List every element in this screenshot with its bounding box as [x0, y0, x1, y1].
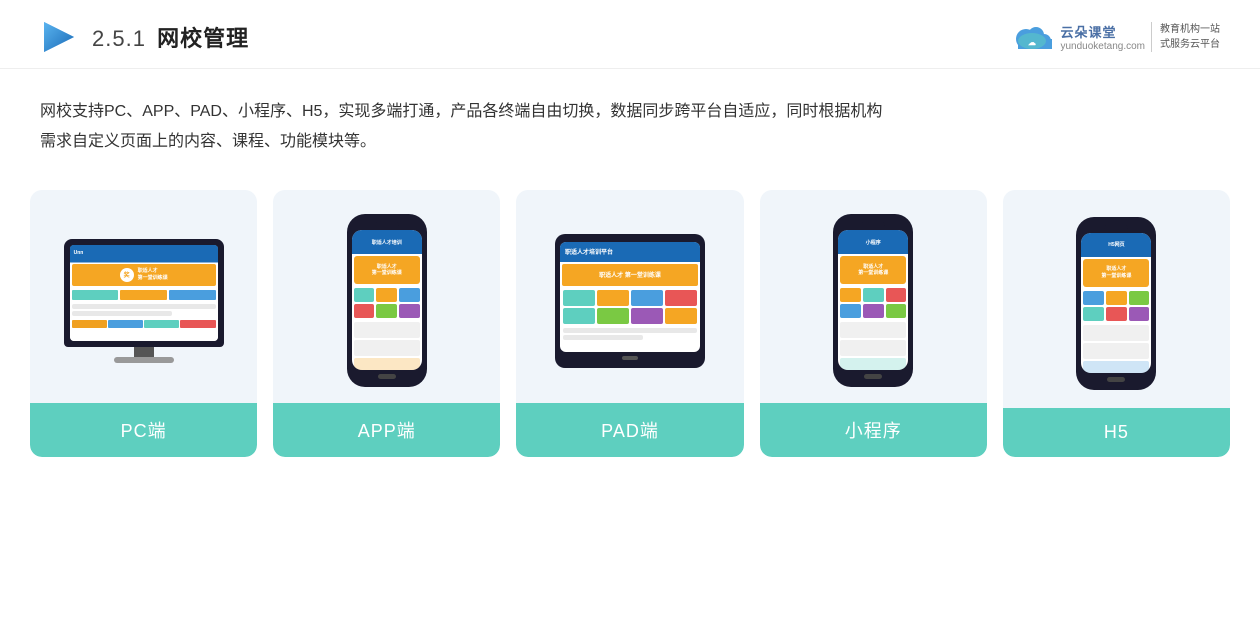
h5-screen-header: H5网页 — [1081, 233, 1151, 257]
pad-home-btn — [622, 356, 638, 360]
h5-image-area: H5网页 职适人才第一堂训练课 — [1003, 190, 1230, 408]
svg-text:☁: ☁ — [1028, 38, 1036, 47]
pc-screen: Unn 奖 职适人才 第一堂训练课 — [70, 245, 218, 341]
logo-icon — [40, 18, 78, 56]
app-screen-header: 职适人才培训 — [352, 230, 422, 254]
pc-stand — [134, 347, 154, 357]
pc-screen-content: Unn 奖 职适人才 第一堂训练课 — [70, 245, 218, 341]
page-container: 2.5.1 网校管理 ☁ 云朵课堂 yunduoketang.com — [0, 0, 1260, 630]
mini-home-btn — [864, 374, 882, 379]
h5-phone-notch — [1104, 225, 1128, 230]
device-card-mini: 小程序 职适人才第一堂训练课 — [760, 190, 987, 457]
h5-phone-screen: H5网页 职适人才第一堂训练课 — [1081, 233, 1151, 373]
description: 网校支持PC、APP、PAD、小程序、H5，实现多端打通，产品各终端自由切换，数… — [0, 69, 1260, 166]
header: 2.5.1 网校管理 ☁ 云朵课堂 yunduoketang.com — [0, 0, 1260, 69]
mini-screen-grid — [838, 286, 908, 320]
app-screen-cards — [352, 320, 422, 370]
mini-screen-header: 小程序 — [838, 230, 908, 254]
brand-cloud-icon: ☁ — [1010, 19, 1054, 55]
mini-phone-notch — [861, 222, 885, 227]
header-right: ☁ 云朵课堂 yunduoketang.com 教育机构一站 式服务云平台 — [1010, 19, 1220, 55]
h5-label: H5 — [1003, 408, 1230, 457]
description-line2: 需求自定义页面上的内容、课程、功能模块等。 — [40, 127, 1220, 157]
pad-screen-grid — [560, 288, 700, 326]
pc-label: PC端 — [30, 403, 257, 457]
h5-phone-body: H5网页 职适人才第一堂训练课 — [1076, 217, 1156, 390]
mini-image-area: 小程序 职适人才第一堂训练课 — [760, 190, 987, 403]
app-image-area: 职适人才培训 职适人才第一堂训练课 — [273, 190, 500, 403]
mini-phone-screen: 小程序 职适人才第一堂训练课 — [838, 230, 908, 370]
page-title: 2.5.1 网校管理 — [92, 21, 249, 53]
app-screen-grid — [352, 286, 422, 320]
pc-mockup: Unn 奖 职适人才 第一堂训练课 — [64, 239, 224, 363]
pc-base — [114, 357, 174, 363]
pad-mockup: 职适人才培训平台 职适人才 第一堂训练课 — [555, 234, 705, 368]
pad-screen-header: 职适人才培训平台 — [560, 242, 700, 262]
app-screen-banner: 职适人才第一堂训练课 — [354, 256, 420, 284]
app-phone-notch — [375, 222, 399, 227]
brand-slogan: 教育机构一站 式服务云平台 — [1151, 22, 1220, 52]
pad-body: 职适人才培训平台 职适人才 第一堂训练课 — [555, 234, 705, 368]
mini-mockup: 小程序 职适人才第一堂训练课 — [833, 214, 913, 387]
pc-monitor: Unn 奖 职适人才 第一堂训练课 — [64, 239, 224, 347]
h5-screen-cards — [1081, 323, 1151, 373]
mini-screen-banner: 职适人才第一堂训练课 — [840, 256, 906, 284]
app-phone-screen: 职适人才培训 职适人才第一堂训练课 — [352, 230, 422, 370]
mini-screen-cards — [838, 320, 908, 370]
pad-image-area: 职适人才培训平台 职适人才 第一堂训练课 — [516, 190, 743, 403]
mini-phone-body: 小程序 职适人才第一堂训练课 — [833, 214, 913, 387]
app-label: APP端 — [273, 403, 500, 457]
h5-phone-mockup: H5网页 职适人才第一堂训练课 — [1076, 217, 1156, 390]
device-card-pad: 职适人才培训平台 职适人才 第一堂训练课 — [516, 190, 743, 457]
h5-home-btn — [1107, 377, 1125, 382]
brand-text-block: 云朵课堂 yunduoketang.com — [1060, 22, 1145, 52]
device-card-h5: H5网页 职适人才第一堂训练课 — [1003, 190, 1230, 457]
device-card-app: 职适人才培训 职适人才第一堂训练课 — [273, 190, 500, 457]
description-line1: 网校支持PC、APP、PAD、小程序、H5，实现多端打通，产品各终端自由切换，数… — [40, 97, 1220, 127]
device-card-pc: Unn 奖 职适人才 第一堂训练课 — [30, 190, 257, 457]
app-home-btn — [378, 374, 396, 379]
pad-label: PAD端 — [516, 403, 743, 457]
h5-screen-banner: 职适人才第一堂训练课 — [1083, 259, 1149, 287]
pad-screen-banner: 职适人才 第一堂训练课 — [562, 264, 698, 286]
pad-screen: 职适人才培训平台 职适人才 第一堂训练课 — [560, 242, 700, 352]
pc-image-area: Unn 奖 职适人才 第一堂训练课 — [30, 190, 257, 403]
brand-logo: ☁ 云朵课堂 yunduoketang.com 教育机构一站 式服务云平台 — [1010, 19, 1220, 55]
h5-screen-grid — [1081, 289, 1151, 323]
header-left: 2.5.1 网校管理 — [40, 18, 249, 56]
cards-section: Unn 奖 职适人才 第一堂训练课 — [0, 166, 1260, 487]
app-phone-body: 职适人才培训 职适人才第一堂训练课 — [347, 214, 427, 387]
app-phone-mockup: 职适人才培训 职适人才第一堂训练课 — [347, 214, 427, 387]
mini-label: 小程序 — [760, 403, 987, 457]
